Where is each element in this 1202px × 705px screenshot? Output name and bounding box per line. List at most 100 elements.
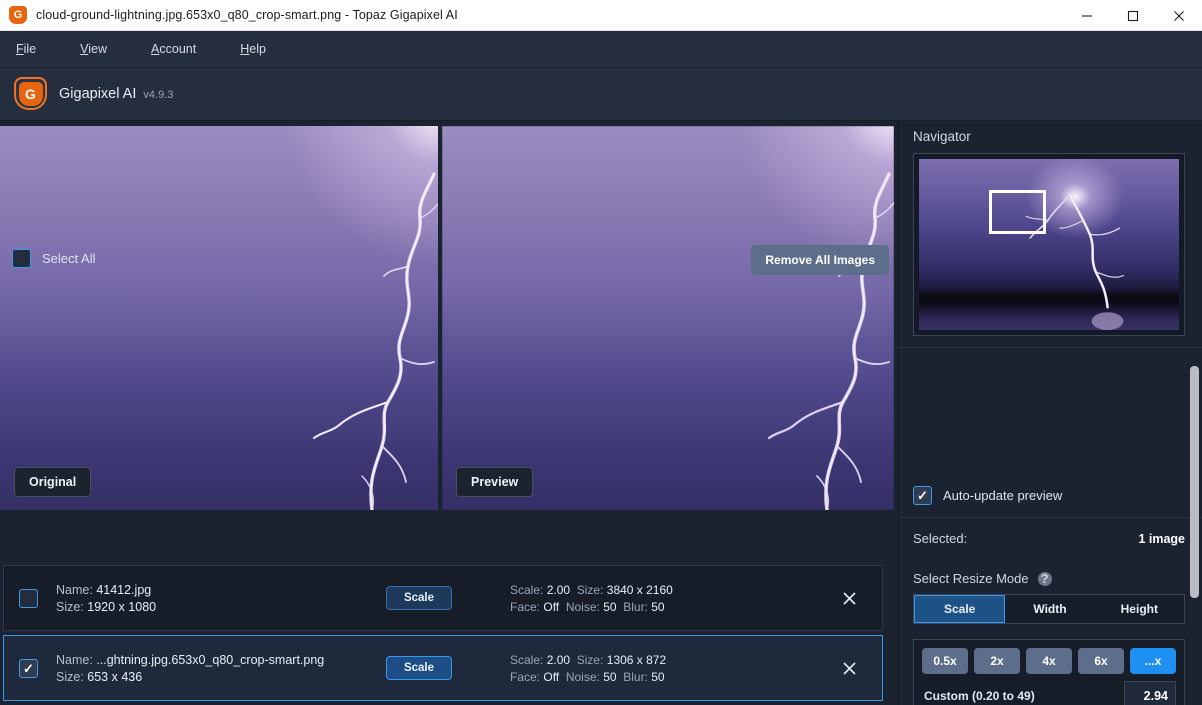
noise-value: 50 (603, 669, 617, 684)
file-size: 1920 x 1080 (87, 599, 157, 614)
custom-scale-input[interactable]: 2.94 (1124, 681, 1176, 705)
navigator-thumbnail (919, 159, 1179, 330)
face-key: Face: (510, 669, 541, 684)
noise-key: Noise: (565, 599, 600, 614)
select-all-label: Select All (42, 251, 96, 266)
blur-key: Blur: (623, 599, 648, 614)
size-key: Size: (56, 669, 84, 684)
name-key: Name: (56, 652, 93, 667)
preview-label: Preview (456, 467, 534, 497)
resize-mode-width[interactable]: Width (1005, 595, 1094, 623)
face-key: Face: (510, 599, 541, 614)
menu-item-account[interactable]: Account (149, 38, 198, 60)
scale-preset-6x[interactable]: 6x (1078, 648, 1124, 674)
scale-preset-2x[interactable]: 2x (974, 648, 1020, 674)
close-icon[interactable] (838, 657, 860, 679)
selected-label: Selected: (913, 531, 968, 546)
close-icon[interactable] (838, 587, 860, 609)
brand: G Gigapixel AI v4.9.3 (14, 77, 173, 110)
close-button[interactable] (1156, 0, 1202, 31)
scale-value: 2.00 (546, 652, 571, 667)
noise-key: Noise: (565, 669, 600, 684)
file-settings-cell: Scale: 2.00 Size: 3840 x 2160 Face: Off … (510, 580, 780, 617)
gigapixel-logo-icon: G (9, 6, 27, 24)
file-name: ...ghtning.jpg.653x0_q80_crop-smart.png (96, 652, 325, 667)
file-size: 653 x 436 (87, 669, 143, 684)
brand-version: v4.9.3 (143, 88, 174, 101)
navigator-title: Navigator (913, 129, 971, 144)
auto-update-preview-label: Auto-update preview (943, 488, 1063, 503)
select-all-checkbox[interactable] (12, 249, 31, 268)
scale-value: 2.00 (546, 582, 571, 597)
navigator-lightning-graphic (1025, 193, 1125, 330)
help-icon[interactable]: ? (1037, 571, 1052, 586)
row-checkbox[interactable] (19, 588, 38, 608)
size-key: Size: (56, 599, 84, 614)
custom-scale-label: Custom (0.20 to 49) (924, 689, 1035, 703)
noise-value: 50 (603, 599, 617, 614)
app-header: G Gigapixel AI v4.9.3 Preview (0, 68, 1202, 185)
resize-mode-height[interactable]: Height (1095, 595, 1184, 623)
face-value: Off (543, 669, 560, 684)
scale-preset-4x[interactable]: 4x (1026, 648, 1072, 674)
blur-value: 50 (651, 599, 665, 614)
scale-key: Scale: (510, 652, 544, 667)
selected-value: 1 image (1138, 532, 1185, 546)
scale-preset-group: 0.5x 2x 4x 6x ...x (914, 640, 1184, 674)
resize-mode-label-row: Select Resize Mode ? (913, 571, 1052, 586)
right-panel: Navigator ✓ Auto-update preview Selected… (898, 121, 1202, 705)
scale-settings-box: 0.5x 2x 4x 6x ...x Custom (0.20 to 49) 2… (913, 639, 1185, 705)
row-mode-chip[interactable]: Scale (386, 656, 452, 680)
file-name-cell: Name: 41412.jpg Size: 1920 x 1080 (56, 580, 386, 617)
check-icon: ✓ (23, 660, 34, 676)
out-size-key: Size: (576, 582, 604, 597)
scale-preset-0-5x[interactable]: 0.5x (922, 648, 968, 674)
brand-letter: G (18, 81, 43, 106)
auto-update-preview-checkbox[interactable]: ✓ (913, 486, 932, 505)
out-size-value: 3840 x 2160 (606, 582, 673, 597)
blur-value: 50 (651, 669, 665, 684)
file-name-cell: Name: ...ghtning.jpg.653x0_q80_crop-smar… (56, 650, 386, 687)
menu-item-help[interactable]: Help (238, 38, 268, 60)
resize-mode-scale[interactable]: Scale (914, 595, 1006, 623)
navigator-viewport-rect[interactable] (989, 189, 1047, 235)
right-panel-scrollbar[interactable] (1190, 366, 1199, 598)
row-checkbox[interactable]: ✓ (19, 658, 38, 678)
face-value: Off (543, 599, 560, 614)
scale-preset-custom[interactable]: ...x (1130, 648, 1176, 674)
original-image-pane[interactable]: Original (0, 126, 442, 510)
check-icon: ✓ (917, 488, 928, 503)
custom-scale-row: Custom (0.20 to 49) 2.94 (914, 674, 1184, 705)
row-mode-chip[interactable]: Scale (386, 586, 452, 610)
file-name: 41412.jpg (96, 582, 152, 597)
remove-all-images-button[interactable]: Remove All Images (751, 245, 889, 275)
minimize-button[interactable] (1064, 0, 1110, 31)
window-title: cloud-ground-lightning.jpg.653x0_q80_cro… (36, 8, 458, 22)
out-size-value: 1306 x 872 (606, 652, 667, 667)
select-all-control[interactable]: Select All (12, 249, 95, 268)
selected-count-row: Selected: 1 image (913, 531, 1185, 546)
table-row[interactable]: ✓ Name: ...ghtning.jpg.653x0_q80_crop-sm… (3, 635, 883, 701)
gigapixel-app-window: G cloud-ground-lightning.jpg.653x0_q80_c… (0, 0, 1202, 705)
scale-key: Scale: (510, 582, 544, 597)
menu-bar: File View Account Help (0, 31, 1202, 68)
original-label: Original (14, 467, 92, 497)
navigator-box[interactable] (913, 153, 1185, 336)
menu-item-view[interactable]: View (78, 38, 109, 60)
file-list: Name: 41412.jpg Size: 1920 x 1080 Scale … (3, 565, 888, 705)
table-row[interactable]: Name: 41412.jpg Size: 1920 x 1080 Scale … (3, 565, 883, 631)
window-controls (1064, 0, 1202, 31)
lightning-bolt-graphic-preview (767, 172, 894, 510)
menu-item-file[interactable]: File (14, 38, 38, 60)
gigapixel-logo-icon: G (14, 77, 47, 110)
blur-key: Blur: (623, 669, 648, 684)
comparison-panes: Original Preview (0, 126, 898, 510)
name-key: Name: (56, 582, 93, 597)
maximize-button[interactable] (1110, 0, 1156, 31)
resize-mode-segmented-control: Scale Width Height (913, 594, 1185, 624)
title-bar: G cloud-ground-lightning.jpg.653x0_q80_c… (0, 0, 1202, 31)
out-size-key: Size: (576, 652, 604, 667)
auto-update-preview-control[interactable]: ✓ Auto-update preview (913, 486, 1062, 505)
preview-image-pane[interactable]: Preview (442, 126, 894, 510)
lightning-bolt-graphic (312, 172, 438, 510)
